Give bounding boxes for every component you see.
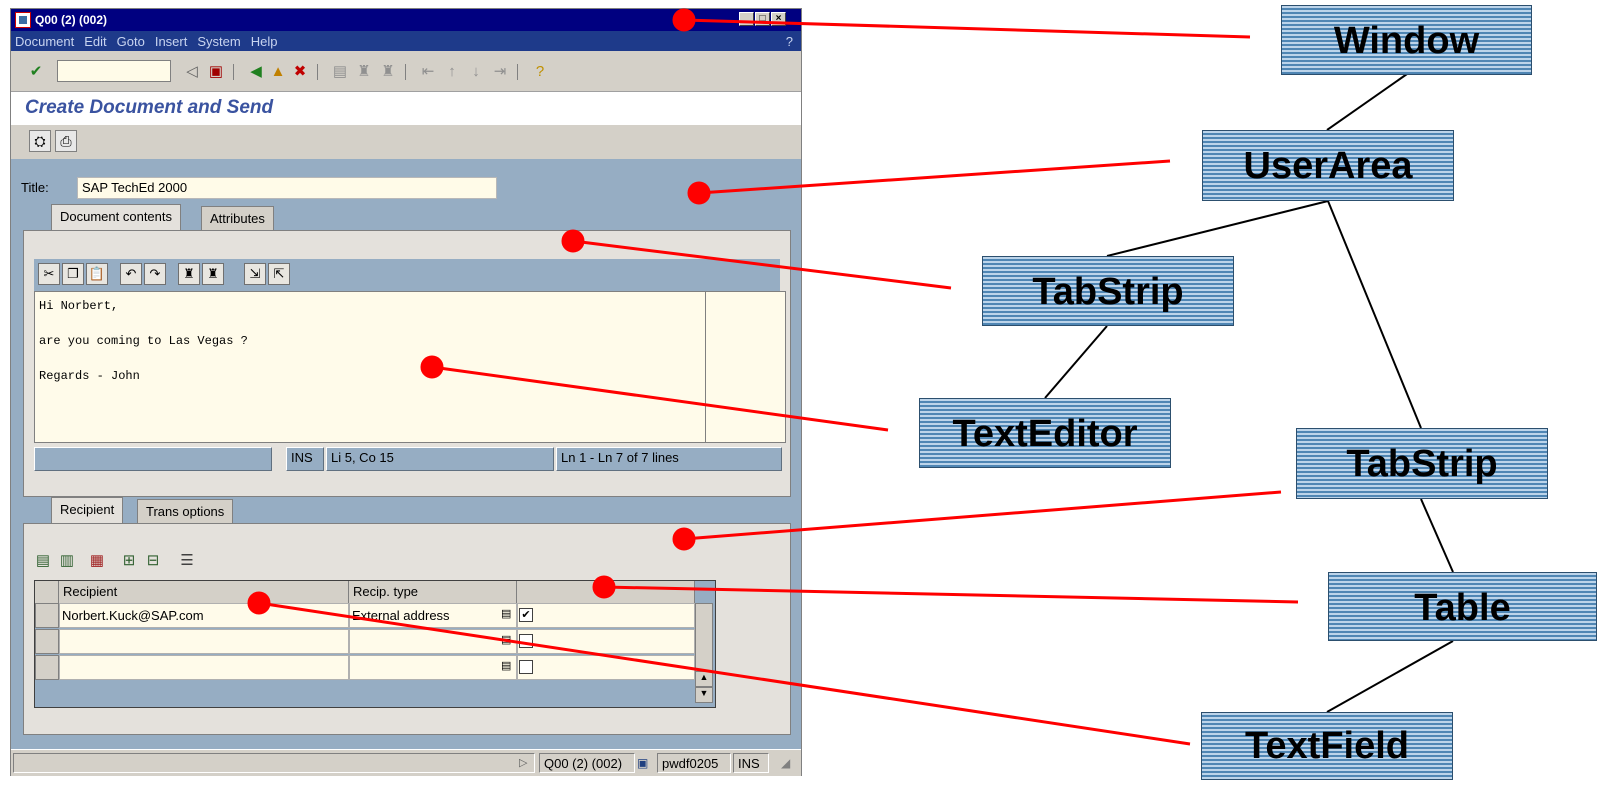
pointer-dot-texteditor	[420, 355, 444, 379]
pointer-dot-textfield	[247, 591, 271, 615]
pointer-line-table	[603, 585, 1299, 604]
node-table: Table	[1328, 572, 1597, 641]
pointer-dot-tabstrip-top	[561, 229, 585, 253]
pointer-line-userarea	[698, 159, 1171, 195]
pointer-dot-window	[672, 8, 696, 32]
tree-edge	[1420, 498, 1454, 573]
node-label: TextEditor	[952, 413, 1138, 455]
hierarchy-diagram	[247, 8, 1454, 746]
node-label: UserArea	[1243, 145, 1413, 187]
node-label: Table	[1414, 587, 1511, 629]
node-window: Window	[1281, 5, 1532, 75]
tree-edge	[1044, 325, 1108, 399]
node-tabstrip-top: TabStrip	[982, 256, 1234, 326]
node-textfield: TextField	[1201, 712, 1453, 780]
pointer-line-texteditor	[431, 365, 889, 432]
pointer-line-tabstrip-bottom	[683, 490, 1282, 541]
pointer-dot-table	[592, 575, 616, 599]
node-label: Window	[1333, 20, 1480, 62]
pointer-dot-userarea	[687, 181, 711, 205]
node-label: TextField	[1245, 725, 1409, 767]
node-userarea: UserArea	[1202, 130, 1454, 201]
node-tabstrip-bottom: TabStrip	[1296, 428, 1548, 499]
tree-edge	[1326, 640, 1454, 713]
tree-edge	[1327, 200, 1422, 429]
pointer-dot-tabstrip-bottom	[672, 527, 696, 551]
node-label: TabStrip	[1346, 443, 1498, 485]
tree-edge	[1106, 200, 1329, 257]
node-texteditor: TextEditor	[919, 398, 1171, 468]
pointer-line-tabstrip-top	[572, 239, 952, 290]
pointer-line-textfield	[258, 601, 1191, 746]
pointer-line-window	[683, 18, 1251, 39]
tree-edge	[1326, 73, 1408, 131]
node-label: TabStrip	[1032, 271, 1184, 313]
